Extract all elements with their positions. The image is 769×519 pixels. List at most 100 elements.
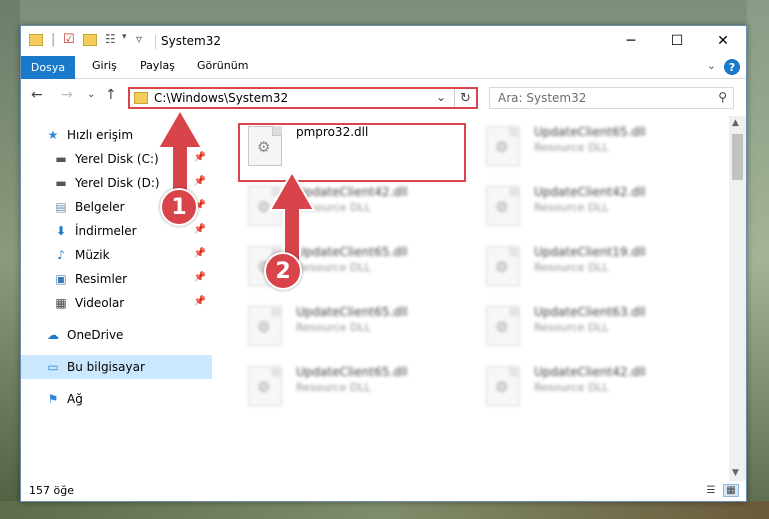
file-item[interactable]: ⚙ UpdateClient65.dll Resource DLL [476,120,696,170]
file-item[interactable]: ⚙ UpdateClient42.dll Resource DLL [476,360,696,410]
status-bar: 157 öğe ☰ ▦ [21,481,746,501]
music-icon: ♪ [57,248,65,262]
sidebar-item-label: Videolar [75,296,125,310]
vertical-scrollbar[interactable]: ▲ ▼ [729,116,746,481]
sidebar-item-label: Yerel Disk (C:) [75,152,159,166]
scrollbar-thumb[interactable] [732,134,743,180]
sidebar-item-label: Yerel Disk (D:) [75,176,160,190]
tab-file[interactable]: Dosya [21,56,75,79]
pin-icon[interactable]: 📌 [194,272,206,283]
file-item[interactable]: ⚙ UpdateClient42.dll Resource DLL [476,180,696,230]
scroll-down-icon[interactable]: ▼ [732,468,739,478]
videos-icon: ▦ [55,296,67,310]
explorer-window: | ☑ ☷ ▾ ▿ System32 ─ ☐ ✕ Dosya Giriş Pay… [20,25,747,502]
dll-file-icon: ⚙ [486,186,520,226]
computer-icon: ▭ [47,360,59,374]
customize-dropdown-icon[interactable]: ▾ [122,32,127,42]
search-input[interactable]: Ara: System32 ⚲ [489,87,734,109]
sidebar-item-label: Hızlı erişim [67,128,134,142]
documents-icon: ▤ [55,200,67,214]
new-folder-icon[interactable] [83,34,97,46]
search-icon[interactable]: ⚲ [718,90,727,104]
gear-icon: ⚙ [257,378,271,396]
pictures-icon: ▣ [55,272,67,286]
file-type: Resource DLL [296,381,371,394]
dll-file-icon: ⚙ [486,126,520,166]
sidebar-item-onedrive[interactable]: ☁ OneDrive [21,323,212,347]
address-row: ← → ⌄ ↑ C:\Windows\System32 ⌄ ↻ Ara: Sys… [21,83,746,113]
cloud-icon: ☁ [47,328,59,342]
sidebar-item-network[interactable]: ⚑ Ağ [21,387,212,411]
file-type: Resource DLL [534,381,609,394]
file-type: Resource DLL [534,261,609,274]
gear-icon: ⚙ [495,258,509,276]
forward-arrow-icon[interactable]: → [61,87,73,103]
close-button[interactable]: ✕ [700,26,746,56]
folder-icon [29,34,43,46]
sidebar-item-label: İndirmeler [75,224,137,238]
address-path[interactable]: C:\Windows\System32 [154,91,288,105]
sidebar-item-label: Ağ [67,392,83,406]
details-view-icon[interactable]: ☰ [703,484,719,497]
gear-icon: ⚙ [495,378,509,396]
file-name: UpdateClient65.dll [296,305,408,319]
view-list-icon[interactable]: ☷ [105,32,116,46]
up-arrow-icon[interactable]: ↑ [105,87,117,103]
gear-icon: ⚙ [495,198,509,216]
step-badge-2: 2 [264,252,302,290]
file-item[interactable]: ⚙ UpdateClient65.dll Resource DLL [238,300,458,350]
tab-share[interactable]: Paylaş [140,59,175,72]
item-count: 157 öğe [29,484,74,497]
large-icons-view-icon[interactable]: ▦ [723,484,739,497]
recent-locations-icon[interactable]: ⌄ [87,89,95,100]
file-type: Resource DLL [534,321,609,334]
file-name: UpdateClient65.dll [534,125,646,139]
dll-file-icon: ⚙ [486,366,520,406]
file-type: Resource DLL [534,201,609,214]
minimize-button[interactable]: ─ [608,26,654,56]
ribbon-tabs: Dosya Giriş Paylaş Görünüm ⌄ ? [21,56,746,79]
back-arrow-icon[interactable]: ← [31,87,43,103]
sidebar-item-pictures[interactable]: ▣ Resimler 📌 [21,267,212,291]
desktop-background-bottom [0,501,769,519]
file-name: UpdateClient65.dll [296,365,408,379]
refresh-icon[interactable]: ↻ [454,89,476,107]
step-badge-1: 1 [160,188,198,226]
address-folder-icon [134,92,148,104]
sidebar-item-label: Müzik [75,248,110,262]
dll-file-icon: ⚙ [248,366,282,406]
sidebar-item-videos[interactable]: ▦ Videolar 📌 [21,291,212,315]
pin-icon[interactable]: 📌 [194,296,206,307]
gear-icon: ⚙ [495,318,509,336]
tab-home[interactable]: Giriş [92,59,117,72]
drive-icon: ▬ [55,176,67,190]
title-bar: | ☑ ☷ ▾ ▿ System32 ─ ☐ ✕ [21,26,746,56]
file-item[interactable]: ⚙ UpdateClient63.dll Resource DLL [476,300,696,350]
drive-icon: ▬ [55,152,67,166]
sidebar-item-music[interactable]: ♪ Müzik 📌 [21,243,212,267]
desktop-background-left [0,0,20,519]
pin-icon[interactable]: 📌 [194,224,206,235]
file-name: UpdateClient19.dll [534,245,646,259]
download-icon: ⬇ [55,224,67,238]
sidebar-item-this-pc[interactable]: ▭ Bu bilgisayar [21,355,212,379]
pin-icon[interactable]: 📌 [194,248,206,259]
desktop-background-right [747,0,769,519]
help-icon[interactable]: ? [724,59,740,75]
file-name: UpdateClient63.dll [534,305,646,319]
address-bar[interactable]: C:\Windows\System32 ⌄ ↻ [128,87,478,109]
window-title: System32 [161,34,222,48]
file-item[interactable]: ⚙ UpdateClient65.dll Resource DLL [238,360,458,410]
properties-icon[interactable]: ☑ [63,32,75,47]
maximize-button[interactable]: ☐ [654,26,700,56]
tab-view[interactable]: Görünüm [197,59,248,72]
file-name: UpdateClient42.dll [534,365,646,379]
expand-ribbon-icon[interactable]: ⌄ [707,59,716,72]
file-item[interactable]: ⚙ UpdateClient19.dll Resource DLL [476,240,696,290]
title-separator [155,35,156,49]
address-dropdown-icon[interactable]: ⌄ [436,90,446,104]
separator-icon: | [51,32,56,47]
quick-access-toolbar-icon[interactable]: ▿ [136,32,142,46]
star-icon: ★ [47,128,59,142]
scroll-up-icon[interactable]: ▲ [732,118,739,128]
